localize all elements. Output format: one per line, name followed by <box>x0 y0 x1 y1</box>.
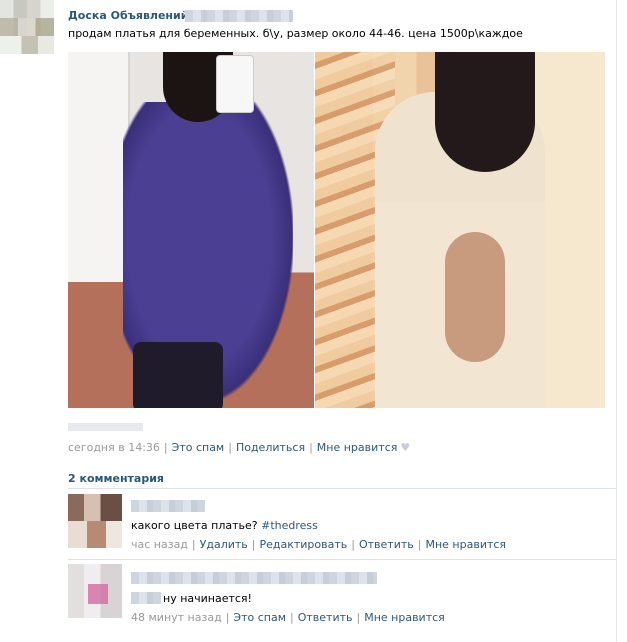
reply-link[interactable]: Ответить <box>359 538 414 551</box>
comment-time[interactable]: час назад <box>131 538 188 551</box>
content-border <box>616 0 617 642</box>
share-link[interactable]: Поделиться <box>236 441 305 454</box>
hashtag-link[interactable]: #thedress <box>261 519 318 532</box>
comment-text: ну начинается! <box>163 592 252 605</box>
spam-link[interactable]: Это спам <box>233 611 286 624</box>
redacted-caption <box>68 423 143 431</box>
post-photo-purple-dress[interactable] <box>68 52 314 408</box>
redacted-name <box>185 10 293 22</box>
group-avatar[interactable] <box>0 0 54 54</box>
comment-meta: час назад | Удалить | Редактировать | Ответить… <box>131 538 507 551</box>
comment-text: какого цвета платье? #thedress <box>131 519 318 532</box>
post-meta: сегодня в 14:36 | Это спам | Поделиться | Мне … <box>68 441 411 454</box>
comments-count[interactable]: 2 комментария <box>68 472 164 485</box>
group-name-link[interactable]: Доска Объявлений, <box>68 9 193 22</box>
post-time[interactable]: сегодня в 14:36 <box>68 441 160 454</box>
delete-link[interactable]: Удалить <box>200 538 248 551</box>
redacted-commenter-name <box>131 500 205 512</box>
like-link[interactable]: Мне нравится <box>425 538 506 551</box>
comment-time[interactable]: 48 минут назад <box>131 611 222 624</box>
spam-link[interactable]: Это спам <box>172 441 225 454</box>
heart-icon[interactable]: ♥ <box>400 441 410 454</box>
divider <box>68 559 616 560</box>
comment-avatar[interactable] <box>68 494 122 548</box>
like-link[interactable]: Мне нравится <box>364 611 445 624</box>
reply-link[interactable]: Ответить <box>298 611 353 624</box>
edit-link[interactable]: Редактировать <box>259 538 347 551</box>
comment-avatar[interactable] <box>68 564 122 618</box>
like-link[interactable]: Мне нравится <box>317 441 398 454</box>
post-text: продам платья для беременных. б\у, разме… <box>68 27 523 40</box>
redacted-reply-target <box>131 592 161 604</box>
comment-meta: 48 минут назад | Это спам | Ответить | Мне нра… <box>131 611 445 624</box>
redacted-commenter-name <box>131 572 377 584</box>
divider <box>68 488 616 489</box>
post-photo-cream-dress[interactable] <box>315 52 605 408</box>
